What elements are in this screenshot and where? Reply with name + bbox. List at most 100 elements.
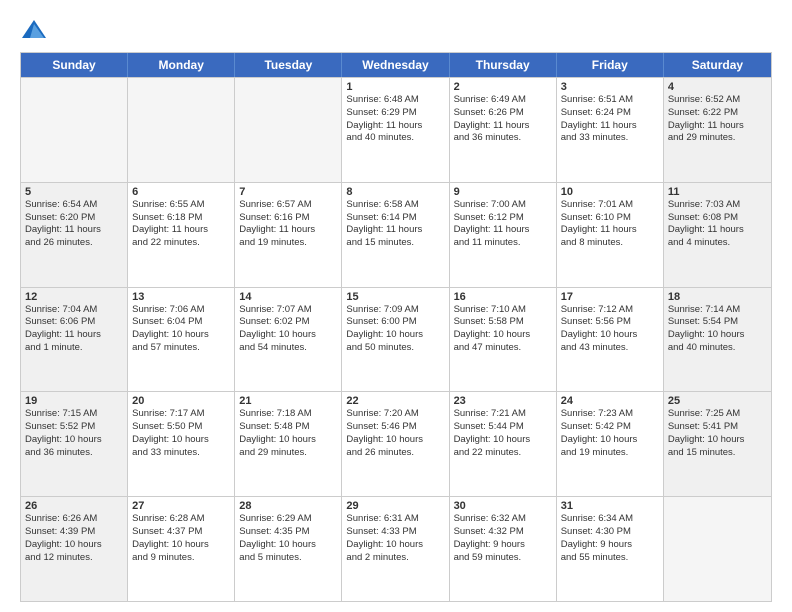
cell-line-2: Sunset: 6:00 PM [346,316,444,329]
cell-line-2: Sunset: 5:50 PM [132,421,230,434]
cell-line-3: Daylight: 10 hours [132,329,230,342]
cell-line-2: Sunset: 5:52 PM [25,421,123,434]
cell-day-7: 7Sunrise: 6:57 AMSunset: 6:16 PMDaylight… [235,183,342,287]
cell-line-3: Daylight: 11 hours [346,224,444,237]
cell-day-14: 14Sunrise: 7:07 AMSunset: 6:02 PMDayligh… [235,288,342,392]
day-number: 28 [239,500,337,512]
cell-line-4: and 8 minutes. [561,237,659,250]
cell-line-2: Sunset: 5:41 PM [668,421,767,434]
day-number: 5 [25,186,123,198]
cell-line-1: Sunrise: 6:55 AM [132,199,230,212]
cell-day-10: 10Sunrise: 7:01 AMSunset: 6:10 PMDayligh… [557,183,664,287]
cell-line-1: Sunrise: 6:49 AM [454,94,552,107]
header-day-saturday: Saturday [664,53,771,77]
cell-line-2: Sunset: 5:54 PM [668,316,767,329]
cell-line-2: Sunset: 6:18 PM [132,212,230,225]
cell-line-1: Sunrise: 6:31 AM [346,513,444,526]
cell-line-2: Sunset: 5:46 PM [346,421,444,434]
cell-line-1: Sunrise: 7:15 AM [25,408,123,421]
cell-line-4: and 5 minutes. [239,552,337,565]
cell-line-3: Daylight: 11 hours [454,224,552,237]
day-number: 7 [239,186,337,198]
cell-day-20: 20Sunrise: 7:17 AMSunset: 5:50 PMDayligh… [128,392,235,496]
cell-line-4: and 12 minutes. [25,552,123,565]
cell-line-3: Daylight: 11 hours [561,120,659,133]
cell-line-1: Sunrise: 6:57 AM [239,199,337,212]
cell-line-1: Sunrise: 6:26 AM [25,513,123,526]
cell-line-1: Sunrise: 7:12 AM [561,304,659,317]
cell-line-1: Sunrise: 7:04 AM [25,304,123,317]
cell-line-2: Sunset: 4:30 PM [561,526,659,539]
cell-line-4: and 59 minutes. [454,552,552,565]
cell-line-1: Sunrise: 7:03 AM [668,199,767,212]
cell-line-1: Sunrise: 6:48 AM [346,94,444,107]
cell-line-4: and 29 minutes. [668,132,767,145]
cell-day-19: 19Sunrise: 7:15 AMSunset: 5:52 PMDayligh… [21,392,128,496]
header-day-friday: Friday [557,53,664,77]
cell-line-2: Sunset: 6:20 PM [25,212,123,225]
cell-line-2: Sunset: 4:35 PM [239,526,337,539]
cell-line-4: and 36 minutes. [25,447,123,460]
calendar: SundayMondayTuesdayWednesdayThursdayFrid… [20,52,772,602]
header-day-wednesday: Wednesday [342,53,449,77]
cell-line-4: and 50 minutes. [346,342,444,355]
cell-line-3: Daylight: 10 hours [561,329,659,342]
day-number: 19 [25,395,123,407]
cell-line-2: Sunset: 4:32 PM [454,526,552,539]
cell-line-1: Sunrise: 6:54 AM [25,199,123,212]
cell-line-1: Sunrise: 7:18 AM [239,408,337,421]
cell-line-2: Sunset: 4:39 PM [25,526,123,539]
cell-line-1: Sunrise: 7:17 AM [132,408,230,421]
cell-line-4: and 22 minutes. [132,237,230,250]
cell-line-1: Sunrise: 7:00 AM [454,199,552,212]
cell-line-2: Sunset: 5:56 PM [561,316,659,329]
day-number: 12 [25,291,123,303]
cell-line-4: and 33 minutes. [561,132,659,145]
cell-line-3: Daylight: 10 hours [25,434,123,447]
cell-line-4: and 33 minutes. [132,447,230,460]
day-number: 16 [454,291,552,303]
cell-empty [235,78,342,182]
cell-line-3: Daylight: 11 hours [668,120,767,133]
cell-line-1: Sunrise: 6:32 AM [454,513,552,526]
cell-line-4: and 1 minute. [25,342,123,355]
cell-line-3: Daylight: 10 hours [346,539,444,552]
cell-day-23: 23Sunrise: 7:21 AMSunset: 5:44 PMDayligh… [450,392,557,496]
day-number: 11 [668,186,767,198]
cell-line-3: Daylight: 10 hours [668,434,767,447]
day-number: 13 [132,291,230,303]
cell-line-2: Sunset: 6:14 PM [346,212,444,225]
calendar-row-2: 12Sunrise: 7:04 AMSunset: 6:06 PMDayligh… [21,287,771,392]
page: SundayMondayTuesdayWednesdayThursdayFrid… [0,0,792,612]
cell-day-27: 27Sunrise: 6:28 AMSunset: 4:37 PMDayligh… [128,497,235,601]
cell-line-2: Sunset: 5:48 PM [239,421,337,434]
day-number: 10 [561,186,659,198]
cell-line-1: Sunrise: 7:06 AM [132,304,230,317]
cell-day-17: 17Sunrise: 7:12 AMSunset: 5:56 PMDayligh… [557,288,664,392]
cell-day-4: 4Sunrise: 6:52 AMSunset: 6:22 PMDaylight… [664,78,771,182]
header [20,16,772,44]
day-number: 3 [561,81,659,93]
day-number: 21 [239,395,337,407]
cell-line-4: and 22 minutes. [454,447,552,460]
cell-line-2: Sunset: 4:37 PM [132,526,230,539]
cell-line-2: Sunset: 6:04 PM [132,316,230,329]
cell-empty [21,78,128,182]
cell-line-1: Sunrise: 7:09 AM [346,304,444,317]
cell-line-4: and 55 minutes. [561,552,659,565]
day-number: 6 [132,186,230,198]
cell-day-26: 26Sunrise: 6:26 AMSunset: 4:39 PMDayligh… [21,497,128,601]
cell-line-3: Daylight: 11 hours [25,224,123,237]
cell-day-18: 18Sunrise: 7:14 AMSunset: 5:54 PMDayligh… [664,288,771,392]
cell-line-3: Daylight: 10 hours [668,329,767,342]
cell-line-3: Daylight: 10 hours [239,434,337,447]
day-number: 18 [668,291,767,303]
cell-line-4: and 19 minutes. [239,237,337,250]
cell-line-3: Daylight: 11 hours [346,120,444,133]
day-number: 31 [561,500,659,512]
cell-line-1: Sunrise: 7:01 AM [561,199,659,212]
day-number: 26 [25,500,123,512]
day-number: 2 [454,81,552,93]
day-number: 25 [668,395,767,407]
cell-line-3: Daylight: 11 hours [239,224,337,237]
